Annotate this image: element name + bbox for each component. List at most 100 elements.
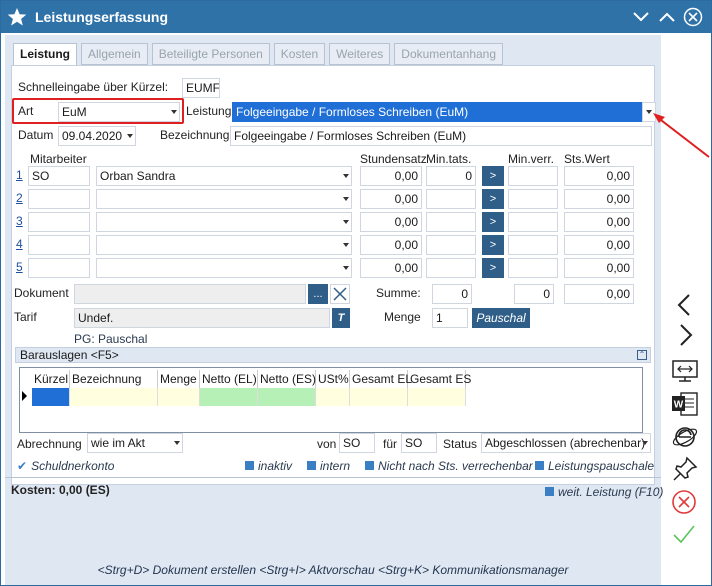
dokument-input[interactable] (74, 284, 306, 304)
summe-label: Summe: (376, 286, 421, 300)
mintats-input[interactable] (426, 212, 476, 232)
close-icon[interactable] (681, 6, 705, 28)
table-cell[interactable] (70, 388, 158, 406)
tab-beteiligte-personen[interactable]: Beteiligte Personen (151, 43, 270, 65)
chevron-down-icon[interactable] (629, 6, 653, 28)
minverr-input[interactable] (508, 212, 558, 232)
column-header[interactable]: Netto (EL) (200, 370, 258, 388)
leistungspauschale-checkbox[interactable]: Leistungspauschale (535, 459, 654, 473)
fuer-input[interactable]: SO (401, 433, 437, 453)
screen-split-icon[interactable] (671, 359, 699, 383)
table-cell[interactable] (350, 388, 408, 406)
abrechnung-select[interactable]: wie im Akt (87, 433, 183, 453)
column-header[interactable]: Gesamt ES (408, 370, 471, 388)
mintats-input[interactable] (426, 258, 476, 278)
minverr-input[interactable] (508, 235, 558, 255)
schnelleingabe-input[interactable]: EUMF (182, 78, 220, 98)
table-cell[interactable] (32, 388, 70, 406)
status-select[interactable]: Abgeschlossen (abrechenbar) (481, 433, 651, 453)
stundensatz-input[interactable]: 0,00 (360, 235, 422, 255)
mintats-input[interactable] (426, 235, 476, 255)
table-cell[interactable] (408, 388, 466, 406)
minverr-input[interactable] (508, 258, 558, 278)
mitarbeiter-name-select[interactable] (96, 235, 352, 255)
stswert-input[interactable]: 0,00 (564, 212, 634, 232)
mitarbeiter-kuerzel-input[interactable]: SO (28, 166, 90, 186)
stundensatz-input[interactable]: 0,00 (360, 212, 422, 232)
cancel-icon[interactable] (671, 489, 697, 515)
barauslagen-table[interactable]: Kürzel Bezeichnung Menge Netto (EL) Nett… (19, 367, 643, 433)
chevron-right-icon[interactable] (673, 323, 697, 347)
transfer-button[interactable]: > (482, 258, 504, 278)
row-number[interactable]: 2 (16, 191, 23, 205)
intern-checkbox[interactable]: intern (307, 459, 350, 473)
column-header[interactable]: Menge (158, 370, 200, 388)
art-select[interactable]: EuM (58, 102, 180, 122)
stswert-input[interactable]: 0,00 (564, 189, 634, 209)
transfer-button[interactable]: > (482, 212, 504, 232)
mitarbeiter-name-select[interactable] (96, 258, 352, 278)
tab-allgemein[interactable]: Allgemein (81, 43, 148, 65)
inaktiv-checkbox[interactable]: inaktiv (245, 459, 292, 473)
weit-leistung-checkbox[interactable]: weit. Leistung (F10) (545, 485, 663, 499)
dokument-browse-button[interactable]: ... (308, 284, 328, 304)
tab-leistung[interactable]: Leistung (13, 43, 77, 67)
tarif-input[interactable]: Undef. (74, 308, 330, 328)
browser-icon[interactable] (671, 423, 699, 451)
table-cell[interactable] (258, 388, 316, 406)
tab-weiteres[interactable]: Weiteres (329, 43, 391, 65)
stundensatz-input[interactable]: 0,00 (360, 258, 422, 278)
tab-kosten[interactable]: Kosten (273, 43, 326, 65)
mitarbeiter-name-select[interactable]: Orban Sandra (96, 166, 352, 186)
chevron-left-icon[interactable] (673, 293, 697, 317)
row-number[interactable]: 3 (16, 214, 23, 228)
datum-input[interactable]: 09.04.2020 (58, 126, 136, 146)
check-confirm-icon[interactable] (671, 521, 697, 547)
row-number[interactable]: 1 (16, 168, 23, 182)
schuldnerkonto-checkbox[interactable]: ✔ Schuldnerkonto (17, 459, 114, 473)
mitarbeiter-kuerzel-input[interactable] (28, 212, 90, 232)
nicht-nach-sts-checkbox[interactable]: Nicht nach Sts. verrechenbar (365, 459, 533, 473)
minverr-input[interactable] (508, 189, 558, 209)
transfer-button[interactable]: > (482, 166, 504, 186)
art-value: EuM (62, 105, 87, 119)
transfer-button[interactable]: > (482, 189, 504, 209)
mitarbeiter-name-select[interactable] (96, 189, 352, 209)
barauslagen-header[interactable]: Barauslagen <F5> ⌃ (15, 347, 651, 363)
stswert-input[interactable]: 0,00 (564, 258, 634, 278)
stundensatz-input[interactable]: 0,00 (360, 189, 422, 209)
stswert-input[interactable]: 0,00 (564, 235, 634, 255)
column-header[interactable]: Gesamt EL (350, 370, 412, 388)
mintats-input[interactable]: 0 (426, 166, 476, 186)
leistung-select[interactable]: Folgeeingabe / Formloses Schreiben (EuM) (232, 102, 642, 122)
minverr-input[interactable] (508, 166, 558, 186)
tab-dokumentanhang[interactable]: Dokumentanhang (394, 43, 504, 65)
mitarbeiter-name-select[interactable] (96, 212, 352, 232)
word-icon[interactable]: W (671, 391, 699, 417)
pin-icon[interactable] (671, 455, 699, 483)
mintats-input[interactable] (426, 189, 476, 209)
transfer-button[interactable]: > (482, 235, 504, 255)
mitarbeiter-kuerzel-input[interactable] (28, 258, 90, 278)
table-cell[interactable] (200, 388, 258, 406)
column-header[interactable]: Bezeichnung (70, 370, 158, 388)
row-number[interactable]: 5 (16, 260, 23, 274)
stswert-input[interactable]: 0,00 (564, 166, 634, 186)
column-header[interactable]: Netto (ES) (258, 370, 316, 388)
pauschal-button[interactable]: Pauschal (472, 308, 530, 328)
stundensatz-input[interactable]: 0,00 (360, 166, 422, 186)
collapse-icon[interactable]: ⌃ (637, 350, 647, 360)
column-header[interactable]: Kürzel (32, 370, 70, 388)
dokument-clear-button[interactable] (330, 284, 350, 304)
chevron-up-icon[interactable] (655, 6, 679, 28)
table-cell[interactable] (316, 388, 350, 406)
von-input[interactable]: SO (339, 433, 375, 453)
column-header[interactable]: USt% (316, 370, 350, 388)
tarif-button[interactable]: T (332, 308, 350, 328)
mitarbeiter-kuerzel-input[interactable] (28, 235, 90, 255)
bezeichnung-input[interactable]: Folgeeingabe / Formloses Schreiben (EuM) (230, 126, 652, 146)
menge-input[interactable]: 1 (432, 308, 468, 328)
table-cell[interactable] (158, 388, 200, 406)
row-number[interactable]: 4 (16, 237, 23, 251)
mitarbeiter-kuerzel-input[interactable] (28, 189, 90, 209)
